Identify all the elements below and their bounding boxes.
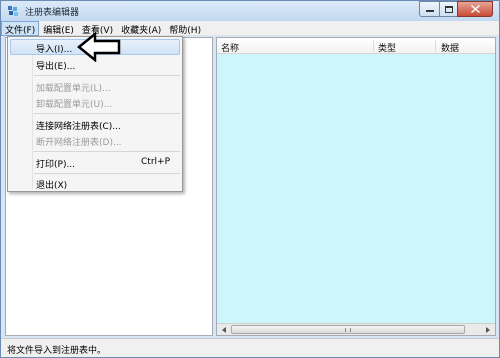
menu-item-label: 退出(X) — [36, 181, 68, 191]
grip-icon — [345, 328, 351, 332]
maximize-button[interactable] — [439, 1, 457, 17]
arrow-right-icon — [486, 327, 490, 333]
regedit-app-icon — [8, 6, 18, 16]
menu-favorites[interactable]: 收藏夹(A) — [117, 21, 165, 36]
column-header-name[interactable]: 名称 — [221, 41, 239, 54]
menu-separator — [34, 151, 180, 152]
minimize-button[interactable] — [419, 1, 439, 17]
value-list-pane[interactable]: 名称 类型 数据 — [216, 37, 496, 336]
menu-item-label: 打印(P)... — [36, 160, 76, 170]
scroll-right-button[interactable] — [482, 325, 494, 335]
window-title: 注册表编辑器 — [25, 8, 80, 18]
menu-item-load-hive: 加载配置单元(L)... — [10, 78, 180, 94]
menu-item-label: 导入(I)... — [36, 45, 73, 55]
list-header: 名称 类型 数据 — [217, 38, 495, 54]
menu-item-label: 加载配置单元(L)... — [36, 84, 111, 94]
menu-item-label: 卸载配置单元(U)... — [36, 100, 113, 110]
close-icon — [470, 5, 480, 13]
menu-separator — [34, 173, 180, 174]
arrow-left-icon — [222, 327, 226, 333]
menu-file[interactable]: 文件(F) — [1, 21, 40, 36]
column-divider[interactable] — [373, 40, 374, 52]
menu-edit[interactable]: 编辑(E) — [39, 21, 78, 36]
menu-item-label: 导出(E)... — [36, 62, 76, 72]
status-text: 将文件导入到注册表中。 — [7, 346, 107, 356]
column-header-data[interactable]: 数据 — [441, 41, 459, 54]
minimize-icon — [425, 10, 434, 12]
close-button[interactable] — [457, 1, 493, 17]
menu-item-print[interactable]: 打印(P)... Ctrl+P — [10, 154, 180, 170]
status-bar: 将文件导入到注册表中。 — [1, 338, 499, 357]
menu-item-exit[interactable]: 退出(X) — [10, 175, 180, 191]
caption-buttons — [419, 1, 493, 17]
menu-item-disconnect-network-registry: 断开网络注册表(D)... — [10, 132, 180, 148]
maximize-icon — [444, 5, 453, 13]
menu-separator — [34, 75, 180, 76]
menu-item-shortcut: Ctrl+P — [141, 157, 170, 167]
menu-item-label: 连接网络注册表(C)... — [36, 122, 121, 132]
regedit-window: 注册表编辑器 文件(F) 编辑(E) 查看(V) 收藏夹(A) 帮助(H) 名称… — [0, 0, 500, 358]
menu-help[interactable]: 帮助(H) — [165, 21, 205, 36]
menu-item-label: 断开网络注册表(D)... — [36, 138, 122, 148]
column-divider[interactable] — [435, 40, 436, 52]
scrollbar-thumb[interactable] — [231, 325, 465, 334]
title-bar[interactable]: 注册表编辑器 — [1, 1, 499, 21]
menu-item-unload-hive: 卸载配置单元(U)... — [10, 94, 180, 110]
menu-item-connect-network-registry[interactable]: 连接网络注册表(C)... — [10, 116, 180, 132]
column-header-type[interactable]: 类型 — [378, 41, 396, 54]
pointer-arrow-icon — [77, 32, 121, 62]
menu-bar: 文件(F) 编辑(E) 查看(V) 收藏夹(A) 帮助(H) — [1, 21, 499, 36]
horizontal-scrollbar[interactable] — [217, 323, 495, 335]
menu-separator — [34, 113, 180, 114]
scroll-left-button[interactable] — [218, 325, 230, 335]
